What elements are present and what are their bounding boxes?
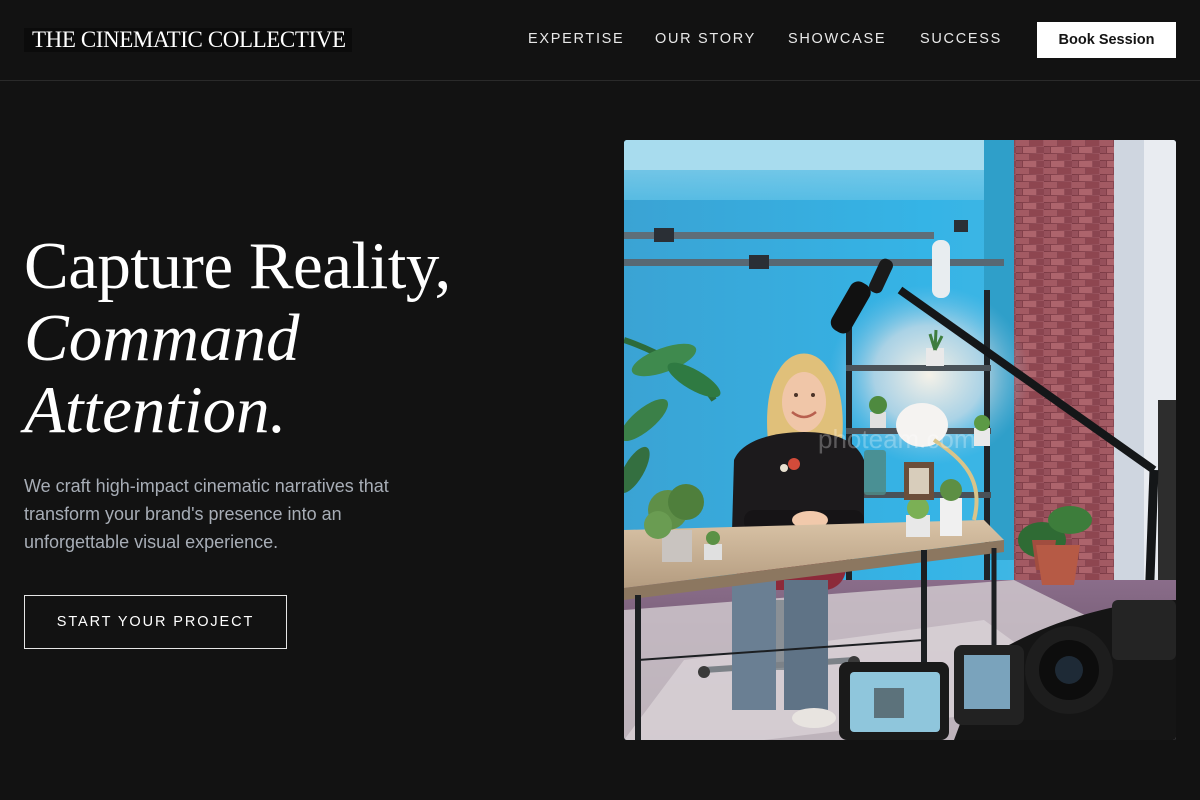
headline-line-1: Capture Reality, [24,229,451,303]
nav-item-our-story[interactable]: OUR STORY [655,30,756,48]
headline-line-2: Command [24,301,300,375]
watermark-text: photeam.com [818,424,976,454]
studio-illustration: photeam.com [624,140,1176,740]
nav-item-success[interactable]: SUCCESS [920,30,1002,48]
nav-item-showcase[interactable]: SHOWCASE [788,30,886,48]
hero-photo-studio: photeam.com [624,140,1176,740]
site-header: THE CINEMATIC COLLECTIVE EXPERTISE OUR S… [0,0,1200,81]
headline-line-3: Attention. [24,373,287,447]
main-nav: EXPERTISE OUR STORY SHOWCASE SUCCESS [0,30,1200,50]
hero-headline: Capture Reality, Command Attention. [24,230,584,446]
hero-subtext: We craft high-impact cinematic narrative… [24,476,389,552]
book-session-button[interactable]: Book Session [1037,22,1176,58]
nav-item-expertise[interactable]: EXPERTISE [528,30,624,48]
start-project-button[interactable]: START YOUR PROJECT [24,595,287,649]
